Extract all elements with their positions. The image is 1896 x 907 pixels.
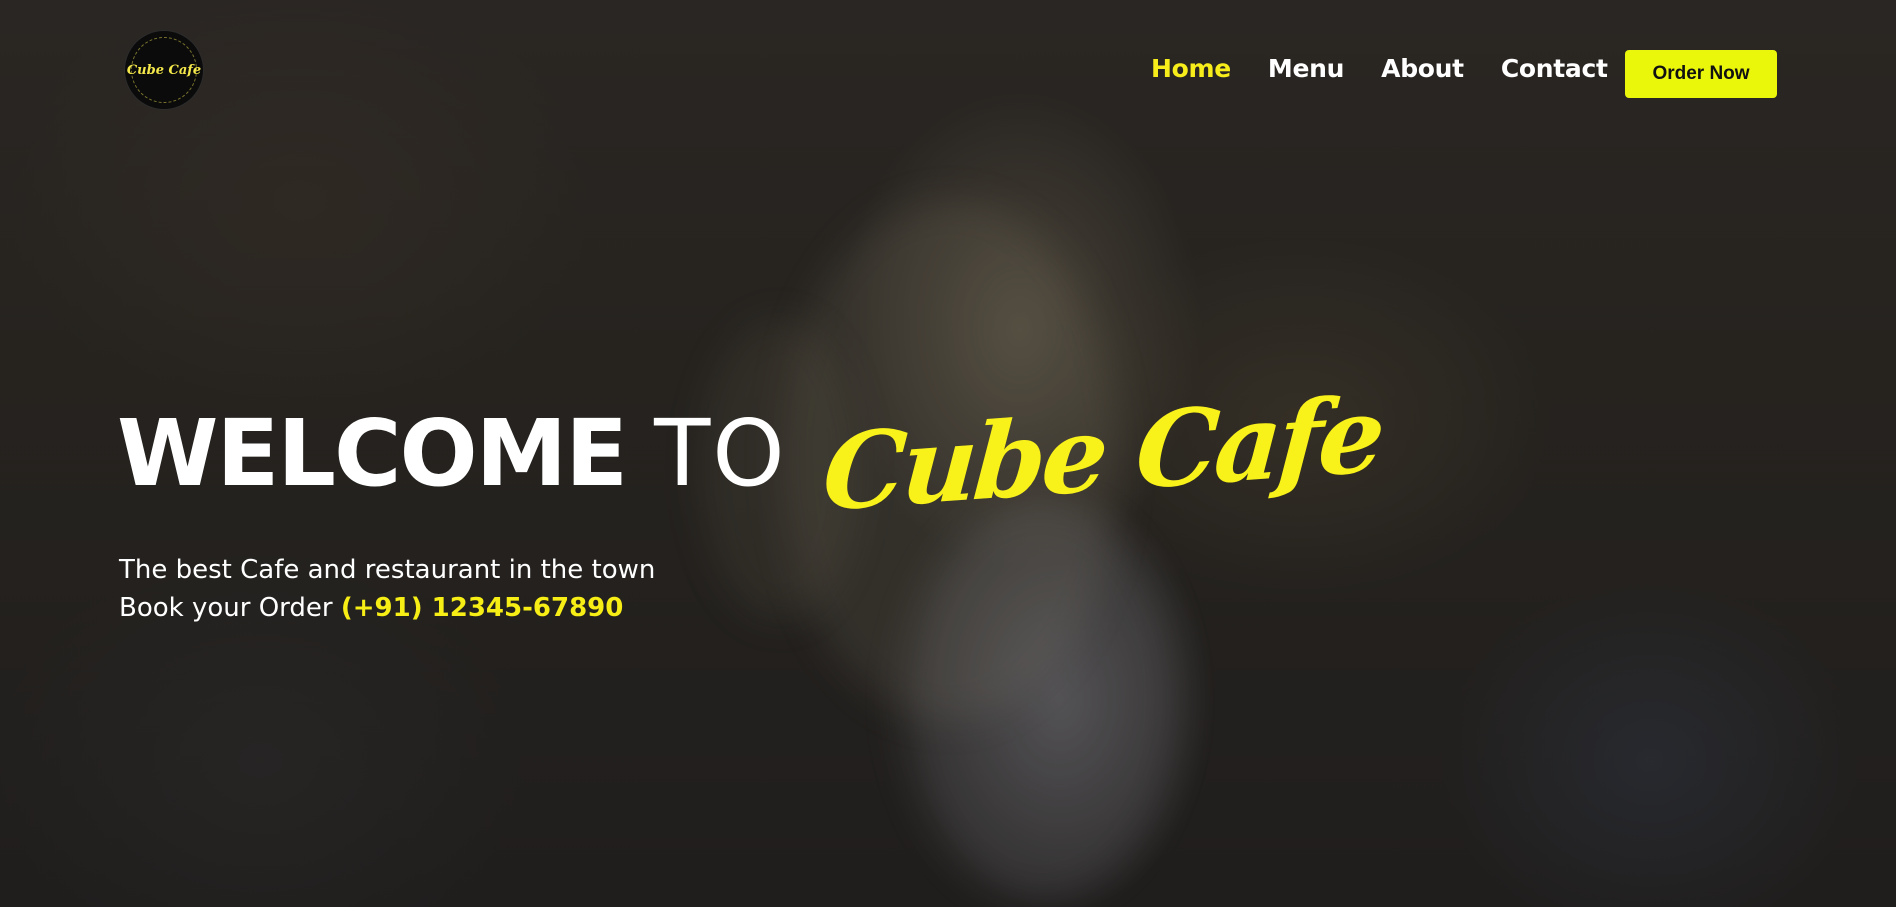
logo-text: Cube Cafe [126,62,202,78]
background-smoke [900,500,1180,900]
hero-tagline: The best Cafe and restaurant in the town… [119,551,655,627]
tagline-text: The best Cafe and restaurant in the town [119,555,656,585]
nav-link-home[interactable]: Home [1151,52,1231,86]
headline-welcome: WELCOME [117,399,628,507]
logo[interactable]: Cube Cafe [125,31,203,109]
headline-brand: Cube Cafe [819,371,1385,535]
top-navigation: Cube Cafe Home Menu About Contact Order … [0,0,1896,140]
booking-label: Book your Order [119,593,333,623]
nav-link-about[interactable]: About [1381,52,1464,86]
phone-number-link[interactable]: (+91) 12345-67890 [341,593,623,623]
headline-to: TO [654,399,787,507]
hero-section: Cube Cafe Home Menu About Contact Order … [0,0,1896,907]
nav-link-contact[interactable]: Contact [1501,52,1608,86]
order-now-button[interactable]: Order Now [1625,50,1777,98]
hero-headline: WELCOME TO Cube Cafe [117,372,1385,535]
nav-link-menu[interactable]: Menu [1268,52,1345,86]
nav-links: Home Menu About Contact [1151,52,1608,86]
booking-line: Book your Order (+91) 12345-67890 [119,589,655,627]
